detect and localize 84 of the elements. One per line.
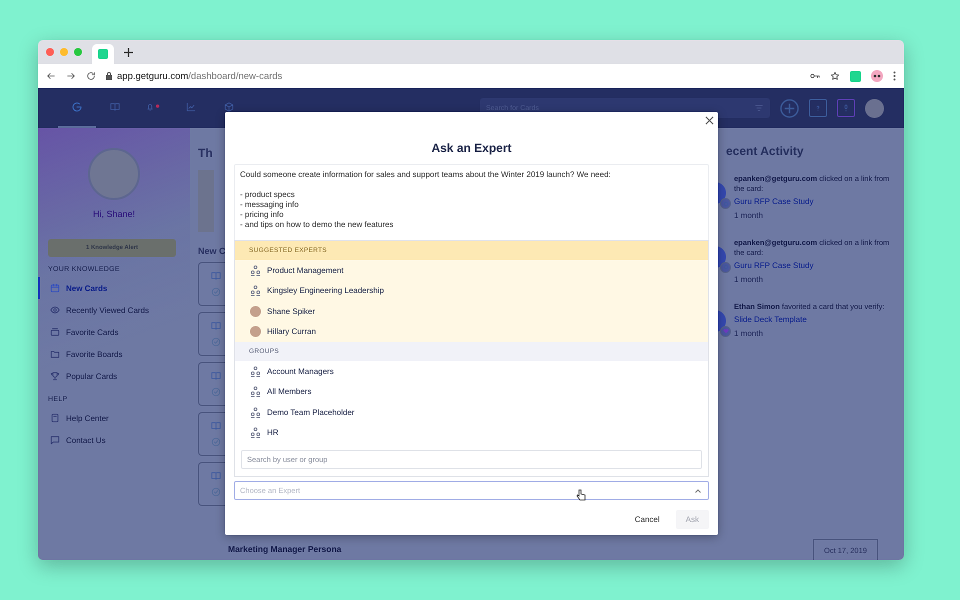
card-link[interactable]: Guru RFP Case Study [734,197,894,208]
dropdown-option[interactable]: HR [235,422,708,443]
folder-icon [50,349,60,359]
greeting: Hi, Shane! [92,209,136,219]
profile-avatar [88,148,140,200]
check-circle-icon [211,487,221,497]
card-link[interactable]: Guru RFP Case Study [734,261,894,272]
profile-avatar-icon[interactable] [871,70,883,82]
timestamp: 1 month [734,328,764,340]
sidebar-item[interactable]: Recently Viewed Cards [38,299,190,321]
sidebar-item[interactable]: Help Center [38,407,190,429]
avatar [250,326,261,338]
dropdown-option[interactable]: Demo Team Placeholder [235,402,708,422]
maximize-window-icon[interactable] [74,48,82,56]
plus-circle-icon[interactable] [780,98,799,118]
sidebar-item[interactable]: Favorite Boards [38,343,190,365]
close-icon [704,116,714,124]
group-icon [250,264,261,276]
key-icon[interactable] [810,71,820,81]
timestamp: 1 month [734,211,764,222]
microphone-button[interactable] [837,99,855,117]
chat-icon [50,435,60,445]
forward-arrow-icon[interactable] [66,71,76,81]
microphone-icon [842,104,850,112]
sidebar-item[interactable]: Contact Us [38,429,190,451]
cancel-button[interactable]: Cancel [628,511,666,528]
dropdown-option[interactable]: All Members [235,382,708,402]
dialog-title: Ask an Expert [430,141,513,155]
dropdown-option[interactable]: Product Management [235,260,708,280]
book-icon [211,321,221,331]
group-icon [250,406,261,418]
sidebar-item[interactable]: Popular Cards [38,365,190,387]
cube-icon [224,102,234,112]
star-icon[interactable] [830,71,840,81]
dropdown-option[interactable]: Kingsley Engineering Leadership [235,280,708,301]
sidebar-item[interactable]: New Cards [38,277,190,299]
book-icon [211,371,221,381]
calendar-icon [50,283,60,293]
question-field[interactable]: Could someone create information for sales and support teams about the Winter 2019 launch? We need: - product specs - messaging info - pricing info - and tips on how to demo the new features [234,164,709,240]
bell-icon [145,102,161,112]
minimize-window-icon[interactable] [60,48,68,56]
sidebar-item[interactable]: Favorite Cards [38,321,190,343]
check-circle-icon [211,287,221,297]
eye-icon [50,305,60,315]
close-window-icon[interactable] [46,48,54,56]
dropdown-option[interactable]: Hillary Curran [235,322,708,342]
extension-icon[interactable] [850,70,861,82]
section-heading: New C [198,246,226,256]
check-circle-icon [211,337,221,347]
card-link[interactable]: Slide Deck Template [734,314,884,326]
browser-tab[interactable] [92,44,114,64]
dropdown-option[interactable]: Account Managers [235,361,708,382]
section-heading: ecent Activity [725,144,805,158]
hand-cursor-icon [576,489,586,501]
caret-up-icon [695,488,701,492]
group-icon [250,285,261,296]
document-icon [50,413,60,423]
book-icon [110,102,120,112]
card-title: Marketing Manager Persona [228,544,342,554]
reload-icon[interactable] [86,71,96,81]
check-circle-icon [211,437,221,447]
group-icon [250,427,261,438]
filter-icon [754,103,764,113]
favicon-icon [98,49,108,59]
plus-icon[interactable] [124,48,133,56]
dropdown-option[interactable]: Shane Spiker [235,301,708,322]
help-button[interactable] [809,99,827,117]
timestamp: 1 month [734,274,764,286]
chart-icon [186,102,196,112]
user-avatar[interactable] [865,98,884,118]
trophy-icon [50,371,60,381]
check-circle-icon [211,387,221,397]
cards-icon [50,327,60,337]
avatar [250,306,261,317]
group-icon [250,386,261,398]
group-icon [250,366,261,377]
back-arrow-icon[interactable] [46,71,56,81]
question-icon [814,104,822,112]
book-icon [211,421,221,431]
book-icon [211,271,221,281]
menu-icon[interactable] [893,71,896,81]
lock-icon [106,72,112,80]
book-icon [211,471,221,481]
section-heading: Th [198,146,213,160]
